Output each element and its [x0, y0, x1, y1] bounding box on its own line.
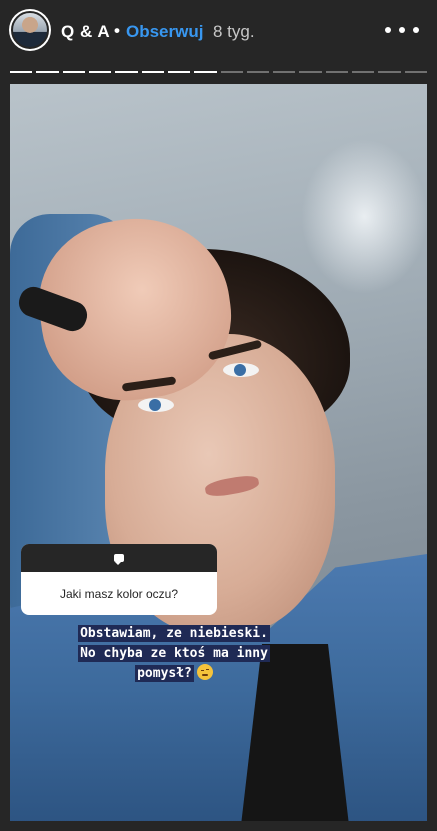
answer-line-1: Obstawiam, ze niebieski. [78, 625, 270, 642]
story-header: Q & A • Obserwuj 8 tyg. [0, 0, 437, 64]
more-dot [385, 27, 391, 33]
progress-segment [352, 71, 375, 73]
smirk-emoji-icon [196, 664, 213, 680]
progress-segment [246, 71, 270, 73]
question-sticker-header [21, 544, 217, 572]
more-dot [413, 27, 419, 33]
photo-eye [138, 398, 174, 412]
question-text: Jaki masz kolor oczu? [59, 586, 179, 601]
progress-segment [273, 71, 296, 73]
progress-segment [167, 71, 191, 73]
story-image[interactable] [10, 84, 427, 821]
progress-segment [299, 71, 322, 73]
photo-eye [223, 363, 259, 377]
answer-line-2: No chyba ze ktoś ma inny [78, 645, 270, 662]
separator-dot: • [114, 21, 120, 40]
avatar[interactable] [11, 11, 49, 49]
speech-bubble-icon [114, 554, 124, 565]
progress-segment [220, 71, 243, 73]
timestamp: 8 tyg. [213, 22, 255, 41]
account-name[interactable]: Q & A [61, 22, 110, 42]
progress-segment [62, 71, 85, 73]
story-progress-bar [10, 71, 427, 74]
progress-segment [404, 71, 427, 73]
progress-segment [378, 71, 401, 73]
progress-segment [141, 71, 164, 73]
question-sticker[interactable]: Jaki masz kolor oczu? [21, 544, 217, 615]
progress-segment [88, 71, 112, 73]
progress-segment [36, 71, 59, 73]
answer-text: Obstawiam, ze niebieski. No chyba ze kto… [44, 624, 304, 684]
answer-line-3: pomysł? [135, 665, 194, 682]
more-dot [399, 27, 405, 33]
more-options-icon[interactable] [385, 17, 419, 43]
progress-segment [115, 71, 138, 73]
progress-segment [10, 71, 33, 73]
progress-segment [325, 71, 349, 73]
progress-segment [194, 71, 217, 73]
follow-button[interactable]: Obserwuj [126, 22, 203, 42]
